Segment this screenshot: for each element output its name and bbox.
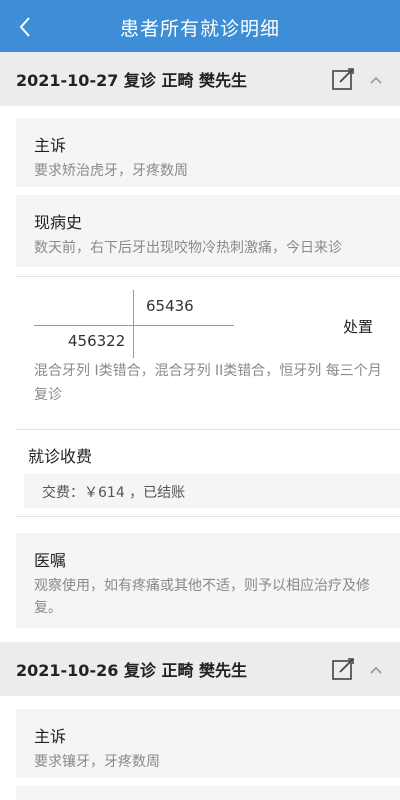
history-text: 数天前，右下后牙出现咬物冷热刺激痛，今日来诊: [34, 240, 342, 256]
history-card: 现病史 数天前，右下后牙出现咬物冷热刺激痛，今日来诊: [16, 195, 400, 267]
collapse-button[interactable]: [366, 70, 386, 90]
divider: [16, 276, 400, 277]
edit-button[interactable]: [330, 656, 356, 682]
app-header: 患者所有就诊明细: [0, 0, 400, 52]
visit-title: 2021-10-26 复诊 正畸 樊先生: [16, 661, 248, 680]
diagnosis-text: 混合牙列 I类错合，混合牙列 II类错合，恒牙列 每三个月复诊: [34, 363, 382, 403]
complaint-text: 要求镶牙，牙疼数周: [34, 754, 160, 770]
complaint-text: 要求矫治虎牙，牙疼数周: [34, 163, 188, 179]
fee-text: 交费：￥614 ，已结账: [42, 485, 186, 501]
chevron-up-icon: [370, 76, 382, 84]
visit-header[interactable]: 2021-10-27 复诊 正畸 樊先生: [0, 52, 400, 106]
edit-icon: [332, 68, 354, 90]
complaint-card: 主诉 要求矫治虎牙，牙疼数周: [16, 118, 400, 187]
tooth-chart-lower-left: 456322: [68, 332, 126, 350]
advice-card: 医嘱 观察使用，如有疼痛或其他不适，则予以相应治疗及修复。: [16, 533, 400, 628]
fee-box: 交费：￥614 ，已结账: [24, 474, 400, 508]
history-label: 现病史: [34, 213, 83, 232]
page-title: 患者所有就诊明细: [119, 18, 280, 40]
fee-label: 就诊收费: [28, 447, 93, 466]
complaint-card: 主诉 要求镶牙，牙疼数周: [16, 709, 400, 778]
advice-text: 观察使用，如有疼痛或其他不适，则予以相应治疗及修复。: [34, 578, 370, 616]
advice-label: 医嘱: [34, 551, 67, 570]
chevron-up-icon: [370, 666, 382, 674]
visit-header[interactable]: 2021-10-26 复诊 正畸 樊先生: [0, 642, 400, 696]
divider: [16, 429, 400, 430]
history-card: [16, 786, 400, 800]
edit-icon: [332, 658, 354, 680]
complaint-label: 主诉: [34, 136, 67, 155]
visit-title: 2021-10-27 复诊 正畸 樊先生: [16, 71, 248, 90]
divider: [16, 516, 400, 517]
treatment-label: 处置: [343, 318, 374, 336]
tooth-chart-vertical-line: [133, 290, 134, 358]
tooth-chart-horizontal-line: [34, 325, 234, 326]
collapse-button[interactable]: [366, 660, 386, 680]
edit-button[interactable]: [330, 66, 356, 92]
tooth-chart-upper-right: 65436: [146, 297, 194, 315]
complaint-label: 主诉: [34, 727, 67, 746]
